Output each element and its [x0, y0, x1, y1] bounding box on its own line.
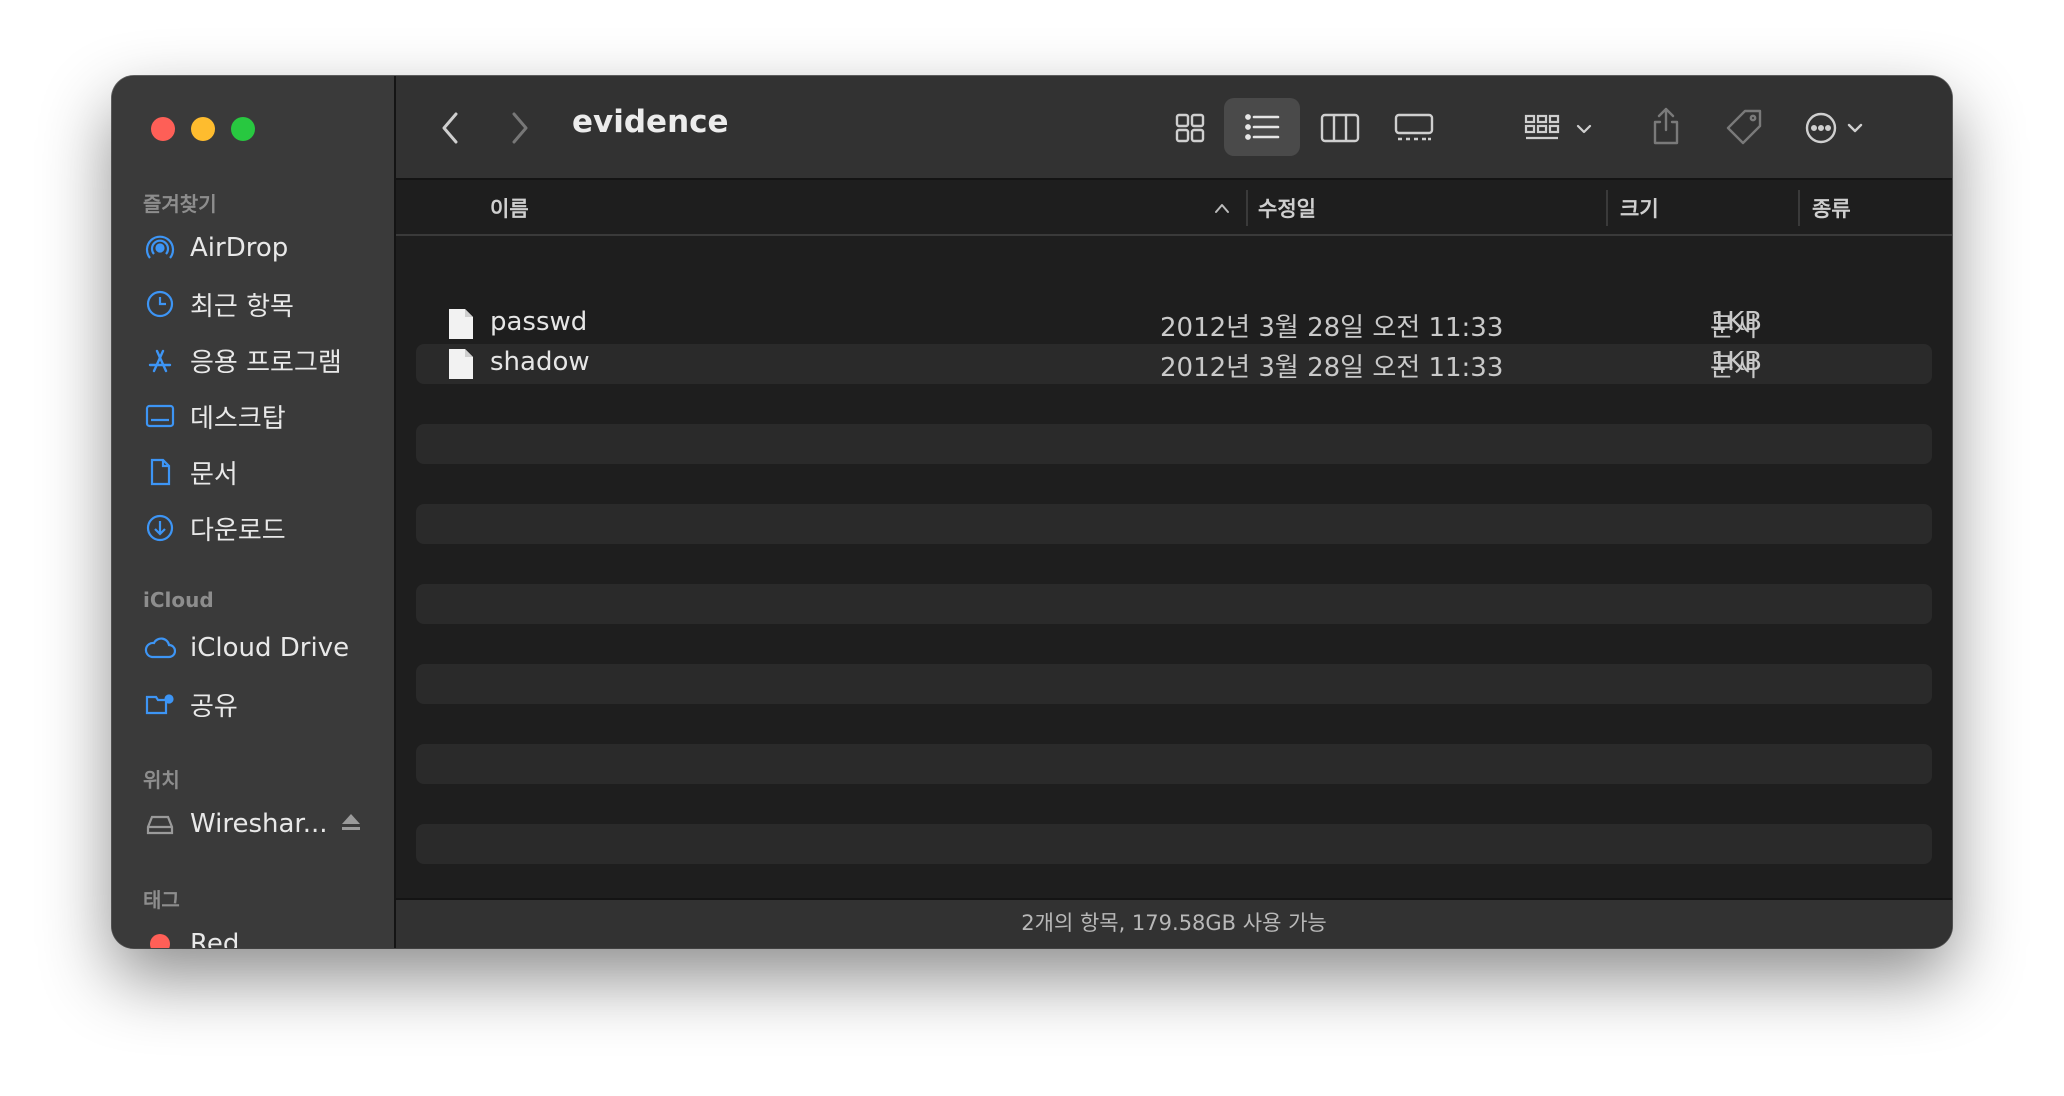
tags-header: 태그: [143, 888, 180, 912]
empty-row: [416, 664, 1932, 704]
table-row[interactable]: passwd 2012년 3월 28일 오전 11:33 1KB 문서: [416, 304, 1932, 344]
file-kind: 문서: [1710, 313, 1758, 343]
sidebar-item-tag-red[interactable]: Red: [144, 924, 384, 948]
sidebar-item-applications[interactable]: 응용 프로그램: [144, 340, 384, 380]
file-modified: 2012년 3월 28일 오전 11:33: [1160, 353, 1504, 383]
minimize-button[interactable]: [191, 117, 215, 141]
empty-row: [416, 504, 1932, 544]
file-icon: [448, 308, 474, 344]
empty-row: [416, 584, 1932, 624]
sidebar-item-label: 다운로드: [190, 515, 286, 546]
sidebar-item-desktop[interactable]: 데스크탑: [144, 396, 384, 436]
sidebar-item-icloud-drive[interactable]: iCloud Drive: [144, 628, 384, 668]
sidebar-item-label: Red: [190, 929, 240, 948]
airdrop-icon: [144, 232, 176, 264]
download-icon: [144, 512, 176, 544]
desktop-icon: [144, 400, 176, 432]
favorites-header: 즐겨찾기: [143, 192, 217, 216]
more-icon[interactable]: [1800, 104, 1876, 152]
column-header: 이름 수정일 크기 종류: [396, 180, 1952, 236]
group-icon[interactable]: [1518, 104, 1602, 152]
finder-window: 즐겨찾기 AirDrop 최근 항목 응용 프로그램 데스크탑 문서 다운로드 …: [112, 76, 1952, 948]
sidebar-item-label: 데스크탑: [190, 403, 286, 434]
empty-row: [416, 824, 1932, 864]
document-icon: [144, 456, 176, 488]
sort-ascending-icon: [1212, 198, 1232, 218]
empty-row: [416, 744, 1932, 784]
share-icon[interactable]: [1644, 100, 1688, 152]
zoom-button[interactable]: [231, 117, 255, 141]
clock-icon: [144, 288, 176, 320]
table-row[interactable]: shadow 2012년 3월 28일 오전 11:33 1KB 문서: [416, 344, 1932, 384]
sidebar-item-label: iCloud Drive: [190, 633, 350, 663]
file-name: shadow: [490, 347, 590, 377]
main-area: evidence 이름 수정일 크기 종류 passwd 2012년 3월 28…: [396, 76, 1952, 948]
window-title: evidence: [572, 104, 729, 140]
close-button[interactable]: [151, 117, 175, 141]
locations-header: 위치: [143, 768, 180, 792]
column-view-icon[interactable]: [1312, 104, 1368, 152]
column-modified[interactable]: 수정일: [1258, 193, 1316, 223]
icloud-header: iCloud: [143, 588, 214, 612]
sidebar-item-label: 문서: [190, 459, 238, 490]
sidebar-item-label: 최근 항목: [190, 291, 294, 322]
file-modified: 2012년 3월 28일 오전 11:33: [1160, 313, 1504, 343]
tag-icon[interactable]: [1720, 102, 1768, 152]
empty-row: [416, 424, 1932, 464]
sidebar-item-downloads[interactable]: 다운로드: [144, 508, 384, 548]
status-bar: 2개의 항목, 179.58GB 사용 가능: [396, 898, 1952, 948]
sidebar-item-label: Wireshar...: [190, 809, 328, 839]
column-kind[interactable]: 종류: [1812, 193, 1851, 223]
eject-icon[interactable]: [340, 811, 362, 837]
cloud-icon: [144, 632, 176, 664]
back-icon[interactable]: [432, 108, 468, 148]
sidebar-item-airdrop[interactable]: AirDrop: [144, 228, 384, 268]
shared-folder-icon: [144, 688, 176, 720]
sidebar-item-shared[interactable]: 공유: [144, 684, 384, 724]
sidebar-item-label: AirDrop: [190, 233, 289, 263]
forward-icon[interactable]: [502, 108, 538, 148]
file-kind: 문서: [1710, 353, 1758, 383]
icon-view-icon[interactable]: [1164, 104, 1216, 152]
sidebar-item-wireshark-volume[interactable]: Wireshar...: [144, 804, 384, 844]
column-size[interactable]: 크기: [1620, 193, 1659, 223]
sidebar: 즐겨찾기 AirDrop 최근 항목 응용 프로그램 데스크탑 문서 다운로드 …: [112, 76, 396, 948]
column-name[interactable]: 이름: [490, 193, 529, 223]
list-view-icon[interactable]: [1224, 98, 1300, 156]
tag-color-dot: [144, 928, 176, 948]
sidebar-item-label: 공유: [190, 691, 238, 722]
sidebar-item-documents[interactable]: 문서: [144, 452, 384, 492]
applications-icon: [144, 344, 176, 376]
column-divider[interactable]: [1246, 190, 1248, 226]
sidebar-item-recents[interactable]: 최근 항목: [144, 284, 384, 324]
column-divider[interactable]: [1606, 190, 1608, 226]
file-icon: [448, 348, 474, 384]
file-name: passwd: [490, 307, 588, 337]
drive-icon: [144, 808, 176, 840]
column-divider[interactable]: [1798, 190, 1800, 226]
gallery-view-icon[interactable]: [1386, 104, 1442, 152]
toolbar: evidence: [396, 76, 1952, 180]
sidebar-item-label: 응용 프로그램: [190, 347, 342, 378]
